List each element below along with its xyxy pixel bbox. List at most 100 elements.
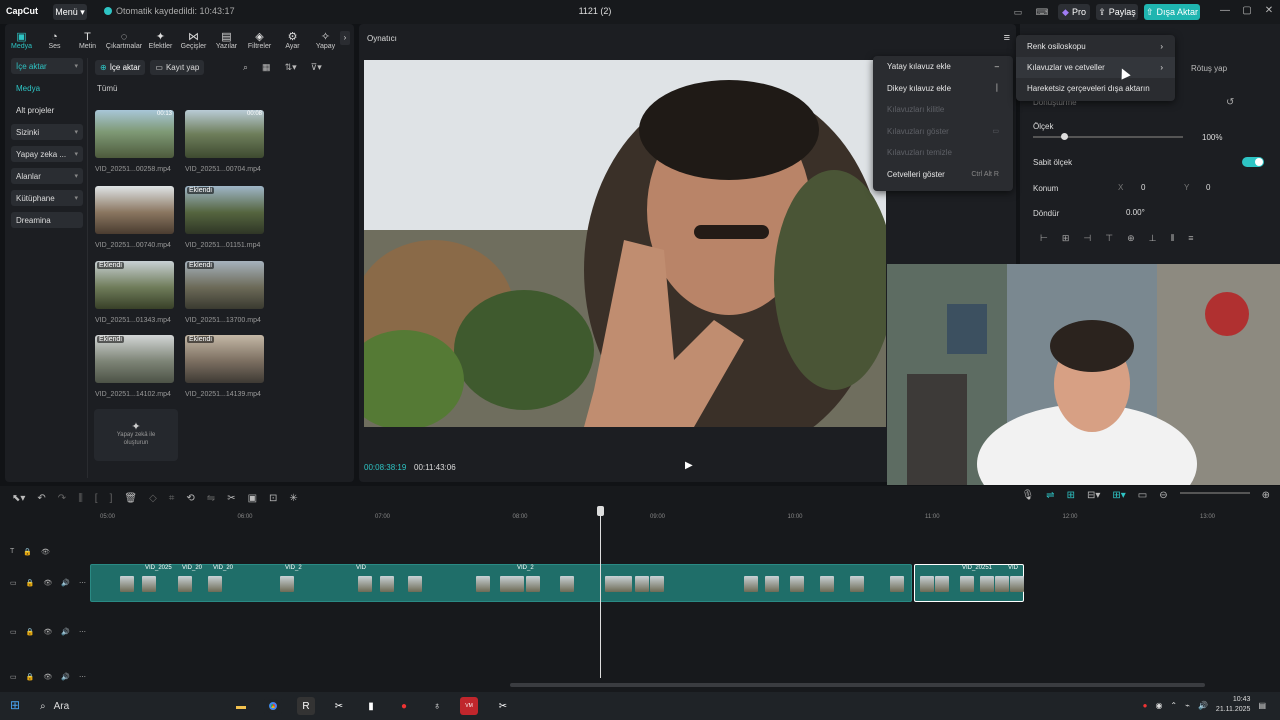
tab-text[interactable]: T Metin	[71, 26, 104, 52]
align-top-icon[interactable]: ⊤	[1105, 233, 1113, 244]
uniform-scale-toggle[interactable]	[1242, 157, 1264, 167]
lock-icon[interactable]: 🔒	[26, 673, 35, 681]
tray-app-icon[interactable]: ◉	[1155, 701, 1162, 710]
menu-item-add-vertical-guide[interactable]: Dikey kılavuz ekle ┃	[873, 78, 1013, 100]
maximize-icon[interactable]: ▢	[1240, 5, 1254, 16]
distribute-h-icon[interactable]: ⫴	[1170, 233, 1174, 244]
tab-filters[interactable]: ◈ Filtreler	[243, 26, 276, 52]
reset-icon[interactable]: ↺	[1226, 97, 1234, 108]
sidenav-subprojects[interactable]: Alt projeler	[11, 102, 83, 118]
shortcut-icon[interactable]: ⌨	[1034, 4, 1050, 20]
media-clip[interactable]: 00:13 VID_20251...00258.mp4	[95, 110, 174, 173]
mouse-app-icon[interactable]: ▮	[362, 697, 380, 715]
link-icon[interactable]: ⇌	[1046, 490, 1054, 501]
align-right-icon[interactable]: ⊣	[1083, 233, 1091, 244]
layout-icon[interactable]: ▭	[1010, 4, 1026, 20]
close-icon[interactable]: ✕	[1262, 5, 1276, 16]
tab-ai[interactable]: ✧ Yapay	[309, 26, 342, 52]
menu-item-export-still-frames[interactable]: Hareketsiz çerçeveleri dışa aktarın	[1016, 78, 1175, 99]
speaker-icon[interactable]: 🔊	[61, 579, 70, 587]
obs-icon[interactable]: ●	[395, 697, 413, 715]
tabs-more-icon[interactable]: ›	[340, 31, 350, 45]
play-icon[interactable]: ▶	[685, 460, 693, 471]
mask-icon[interactable]: ◇	[149, 493, 157, 504]
file-explorer-icon[interactable]: ▬	[232, 697, 250, 715]
undo-icon[interactable]: ↶	[37, 493, 45, 504]
eye-icon[interactable]: 👁	[41, 548, 50, 556]
tray-chevron-icon[interactable]: ⌃	[1170, 701, 1177, 710]
record-button[interactable]: ▭ Kayıt yap	[150, 60, 205, 75]
scale-value[interactable]: 100%	[1202, 133, 1222, 142]
filter-icon[interactable]: ⊽▾	[311, 62, 322, 73]
zoom-in-icon[interactable]: ⊕	[1262, 490, 1270, 501]
pro-button[interactable]: ◆ Pro	[1058, 4, 1090, 20]
effects-timeline-icon[interactable]: ✳	[289, 493, 297, 504]
sidenav-import[interactable]: İçe aktar ▾	[11, 58, 83, 74]
eye-icon[interactable]: 👁	[43, 673, 52, 681]
clock[interactable]: 10:43 21.11.2025	[1216, 695, 1251, 715]
export-button[interactable]: ⇧ Dışa Aktar	[1144, 4, 1200, 20]
media-clip[interactable]: Eklendi VID_20251...14102.mp4	[95, 335, 174, 398]
zoom-out-icon[interactable]: ⊖	[1159, 490, 1167, 501]
media-clip[interactable]: Eklendi VID_20251...13700.mp4	[185, 261, 264, 324]
search-icon[interactable]: ⌕	[243, 62, 248, 73]
filter-all-label[interactable]: Tümü	[97, 84, 117, 93]
split-left-icon[interactable]: [	[95, 493, 98, 504]
pos-y-input[interactable]: 0	[1206, 183, 1210, 192]
record-tray-icon[interactable]: ●	[1143, 701, 1148, 710]
sidenav-media[interactable]: Medya	[11, 80, 83, 96]
menu-button[interactable]: Menü ▾	[53, 4, 87, 20]
freeze-icon[interactable]: ⟲	[186, 493, 194, 504]
split-icon[interactable]: ⫼	[78, 493, 83, 504]
select-tool-icon[interactable]: ⬉▾	[12, 493, 25, 504]
split-right-icon[interactable]: ]	[110, 493, 113, 504]
tab-captions[interactable]: ▤ Yazılar	[210, 26, 243, 52]
tab-effects[interactable]: ✦ Efektler	[144, 26, 177, 52]
scale-slider[interactable]	[1033, 136, 1183, 138]
sort-icon[interactable]: ⇅▾	[285, 62, 297, 73]
lock-icon[interactable]: 🔒	[26, 579, 35, 587]
fullscreen-icon[interactable]: ▭	[1138, 490, 1147, 501]
media-clip[interactable]: Eklendi VID_20251...14139.mp4	[185, 335, 264, 398]
playhead[interactable]	[600, 506, 601, 678]
timeline-scrollbar[interactable]	[510, 683, 1205, 687]
windows-start-icon[interactable]: ⊞	[10, 698, 20, 712]
media-clip[interactable]: VID_20251...00740.mp4	[95, 186, 174, 249]
crop-icon[interactable]: ⌗	[169, 493, 175, 504]
scale-knob[interactable]	[1061, 133, 1068, 140]
mirror-icon[interactable]: ⇋	[207, 493, 215, 504]
snap-icon[interactable]: ⊞▾	[1112, 490, 1125, 501]
media-clip[interactable]: Eklendi VID_20251...01343.mp4	[95, 261, 174, 324]
more-icon[interactable]: ⋯	[79, 628, 86, 636]
time-ruler[interactable]: 05:00 06:00 07:00 08:00 09:00 10:00 11:00 12:00…	[90, 510, 1280, 522]
video-preview[interactable]	[364, 60, 886, 427]
eye-icon[interactable]: 👁	[43, 628, 52, 636]
retouch-tab[interactable]: Rötuş yap	[1191, 64, 1227, 73]
network-icon[interactable]: ⌁	[1185, 701, 1190, 710]
menu-item-guides-rulers[interactable]: Kılavuzlar ve cetveller ›	[1016, 57, 1175, 78]
align-center-icon[interactable]: ⊞	[1062, 233, 1070, 244]
rotate-input[interactable]: 0.00°	[1126, 208, 1145, 217]
align-bottom-icon[interactable]: ⊥	[1149, 233, 1157, 244]
record-screen-icon[interactable]: ⊡	[269, 493, 277, 504]
ai-cut-icon[interactable]: ✂	[227, 493, 235, 504]
import-button[interactable]: ⊕ İçe aktar	[95, 60, 146, 75]
chrome-icon[interactable]	[264, 697, 282, 715]
zoom-slider[interactable]	[1179, 491, 1250, 494]
eye-icon[interactable]: 👁	[43, 579, 52, 587]
pos-x-input[interactable]: 0	[1141, 183, 1145, 192]
sidenav-dreamina[interactable]: Dreamina	[11, 212, 83, 228]
grid-view-icon[interactable]: ▦	[262, 62, 271, 73]
share-button[interactable]: ⇪ Paylaş	[1096, 4, 1138, 20]
notification-icon[interactable]: ▤	[1258, 701, 1266, 710]
mic-app-icon[interactable]: ♁	[428, 697, 446, 715]
tab-transitions[interactable]: ⋈ Geçişler	[177, 26, 210, 52]
voicemeeter-icon[interactable]: VM	[460, 697, 478, 715]
align-left-icon[interactable]: ⊢	[1040, 233, 1048, 244]
menu-item-show-rulers[interactable]: Cetvelleri göster Ctrl Alt R	[873, 164, 1013, 186]
tab-adjust[interactable]: ⚙ Ayar	[276, 26, 309, 52]
screen-icon[interactable]: ▣	[248, 493, 257, 504]
more-icon[interactable]: ⋯	[79, 673, 86, 681]
speaker-icon[interactable]: 🔊	[61, 628, 70, 636]
menu-item-color-scope[interactable]: Renk osiloskopu ›	[1016, 36, 1175, 57]
